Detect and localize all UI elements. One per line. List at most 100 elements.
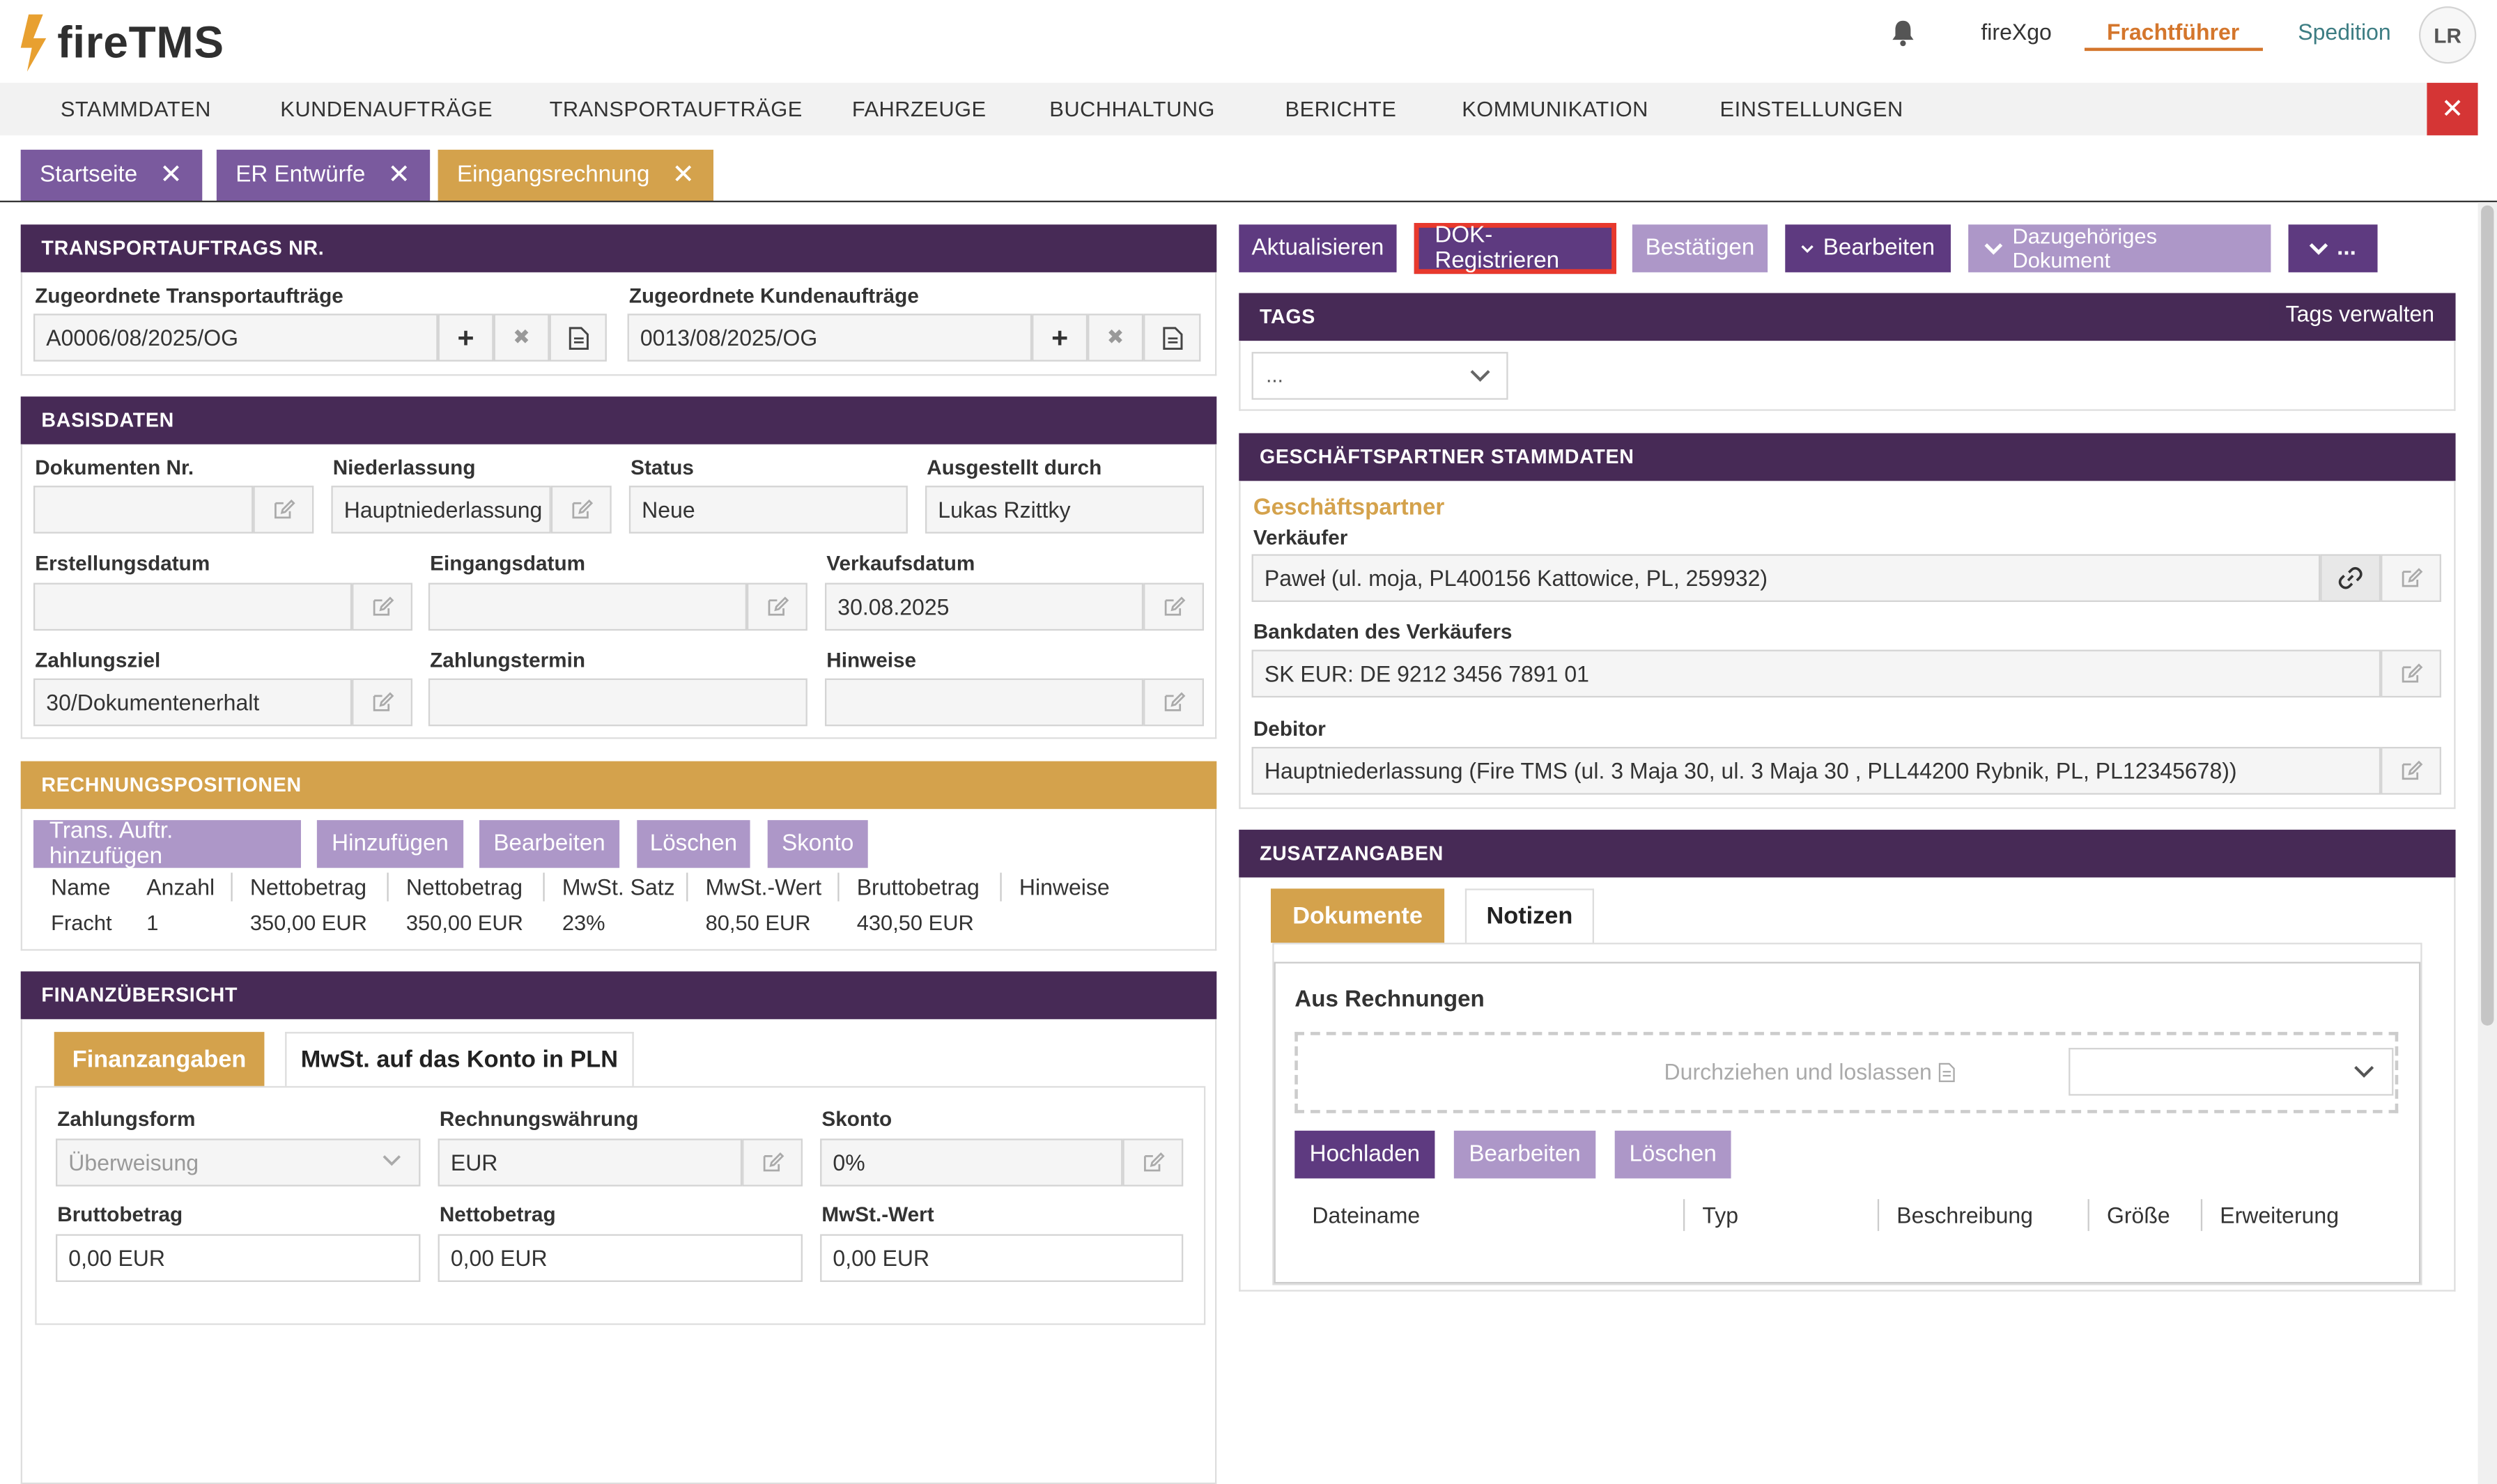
column-header[interactable]: Nettobetrag	[406, 874, 523, 900]
niederlassung-field[interactable]: Hauptniederlassung	[331, 486, 551, 534]
menu-stammdaten[interactable]: STAMMDATEN	[61, 83, 211, 135]
add-icon[interactable]: +	[438, 314, 494, 362]
manage-tags-button[interactable]: Tags verwalten	[2269, 297, 2451, 330]
hinweise-field[interactable]	[824, 678, 1144, 727]
document-icon[interactable]	[549, 314, 607, 362]
verkaufsdatum-field[interactable]: 30.08.2025	[824, 582, 1144, 631]
bell-icon[interactable]	[1890, 19, 1916, 47]
upload-button[interactable]: Hochladen	[1294, 1130, 1435, 1179]
mwst-wert-field[interactable]: 0,00 EUR	[820, 1234, 1184, 1282]
related-document-button[interactable]: Dazugehöriges Dokument	[1968, 224, 2271, 272]
erstellungsdatum-field[interactable]	[33, 582, 353, 631]
bank-field[interactable]: SK EUR: DE 9212 3456 7891 01	[1251, 649, 2381, 698]
zahlungstermin-field[interactable]	[428, 678, 807, 727]
scrollbar-thumb[interactable]	[2481, 205, 2494, 1026]
menu-kommunikation[interactable]: KOMMUNIKATION	[1462, 83, 1648, 135]
edit-icon[interactable]	[253, 486, 314, 534]
table-cell: 430,50 EUR	[856, 911, 974, 935]
column-header[interactable]: Nettobetrag	[250, 874, 366, 900]
close-icon[interactable]: ✕	[2427, 82, 2478, 136]
column-header[interactable]: Bruttobetrag	[857, 874, 980, 900]
zahlungsziel-field[interactable]: 30/Dokumentenerhalt	[33, 678, 353, 727]
avatar[interactable]: LR	[2418, 6, 2477, 64]
delete-position-button[interactable]: Löschen	[637, 820, 750, 868]
menu-buchhaltung[interactable]: BUCHHALTUNG	[1049, 83, 1215, 135]
eingangsdatum-field[interactable]	[428, 582, 747, 631]
tab-er-entwuerfe[interactable]: ER Entwürfe ✕	[216, 149, 430, 201]
add-position-button[interactable]: Hinzufügen	[316, 820, 464, 868]
column-header[interactable]: Erweiterung	[2220, 1203, 2339, 1228]
nettobetrag-field[interactable]: 0,00 EUR	[438, 1234, 803, 1282]
column-header[interactable]: MwSt.-Wert	[706, 874, 822, 900]
menu-fahrzeuge[interactable]: FAHRZEUGE	[852, 83, 987, 135]
menu-transportauftraege[interactable]: TRANSPORTAUFTRÄGE	[550, 83, 803, 135]
edit-dropdown-button[interactable]: Bearbeiten	[1785, 224, 1951, 272]
clear-icon[interactable]: ✖	[493, 314, 550, 362]
column-header[interactable]: Anzahl	[146, 874, 215, 900]
edit-icon[interactable]	[746, 582, 807, 631]
menu-einstellungen[interactable]: EINSTELLUNGEN	[1720, 83, 1903, 135]
edit-icon[interactable]	[2381, 649, 2441, 698]
edit-icon[interactable]	[550, 486, 612, 534]
label-verkaufsdatum: Verkaufsdatum	[826, 550, 975, 575]
chevron-down-icon[interactable]	[1470, 369, 1491, 382]
add-transport-order-button[interactable]: Trans. Auftr. hinzufügen	[33, 819, 301, 869]
edit-icon[interactable]	[1143, 678, 1204, 727]
close-icon[interactable]: ✕	[672, 160, 695, 192]
chevron-down-icon[interactable]	[2353, 1065, 2374, 1078]
edit-icon[interactable]	[352, 678, 412, 727]
debitor-field[interactable]: Hauptniederlassung (Fire TMS (ul. 3 Maja…	[1251, 746, 2381, 795]
bruttobetrag-field[interactable]: 0,00 EUR	[55, 1234, 421, 1282]
tab-mwst-konto[interactable]: MwSt. auf das Konto in PLN	[285, 1032, 634, 1086]
seller-field[interactable]: Paweł (ul. moja, PL400156 Kattowice, PL,…	[1251, 554, 2321, 602]
app-logo[interactable]: fireTMS	[19, 13, 224, 73]
nav-spedition[interactable]: Spedition	[2298, 19, 2390, 45]
confirm-button[interactable]: Bestätigen	[1632, 224, 1768, 272]
edit-icon[interactable]	[2381, 554, 2441, 602]
tab-eingangsrechnung[interactable]: Eingangsrechnung ✕	[438, 149, 714, 201]
column-header[interactable]: Typ	[1702, 1203, 1738, 1228]
tab-startseite[interactable]: Startseite ✕	[20, 149, 202, 201]
zahlungsform-select[interactable]: Überweisung	[55, 1138, 421, 1187]
kundenauftraege-field[interactable]: 0013/08/2025/OG	[627, 314, 1033, 362]
nav-firexgo[interactable]: fireXgo	[1981, 19, 2051, 45]
column-header[interactable]: Beschreibung	[1896, 1203, 2033, 1228]
link-icon[interactable]	[2320, 554, 2381, 602]
more-actions-label: ...	[2337, 235, 2356, 261]
dokumenten-nr-field[interactable]	[33, 486, 254, 534]
add-icon[interactable]: +	[1032, 314, 1088, 362]
skonto-button[interactable]: Skonto	[767, 820, 868, 868]
edit-document-button[interactable]: Bearbeiten	[1453, 1130, 1596, 1179]
edit-icon[interactable]	[742, 1138, 803, 1187]
transportauftraege-field[interactable]: A0006/08/2025/OG	[33, 314, 438, 362]
menu-berichte[interactable]: BERICHTE	[1285, 83, 1397, 135]
chevron-down-icon[interactable]	[382, 1154, 401, 1167]
refresh-button[interactable]: Aktualisieren	[1239, 224, 1397, 272]
column-header[interactable]: Hinweise	[1019, 874, 1110, 900]
more-actions-button[interactable]: ...	[2288, 224, 2378, 272]
document-icon[interactable]	[1143, 314, 1201, 362]
menu-kundenauftraege[interactable]: KUNDENAUFTRÄGE	[280, 83, 493, 135]
nav-frachtfuehrer[interactable]: Frachtführer	[2107, 19, 2239, 45]
column-header[interactable]: Größe	[2107, 1203, 2170, 1228]
edit-icon[interactable]	[2381, 746, 2441, 795]
tab-notizen[interactable]: Notizen	[1464, 888, 1594, 943]
edit-icon[interactable]	[352, 582, 412, 631]
edit-position-button[interactable]: Bearbeiten	[479, 820, 620, 868]
column-header[interactable]: Dateiname	[1312, 1203, 1420, 1228]
tab-finanzangaben[interactable]: Finanzangaben	[54, 1032, 265, 1086]
register-document-button[interactable]: DOK-Registrieren	[1414, 222, 1616, 275]
skonto-field[interactable]: 0%	[820, 1138, 1123, 1187]
tab-dokumente[interactable]: Dokumente	[1270, 888, 1445, 943]
close-icon[interactable]: ✕	[160, 160, 183, 192]
document-type-select[interactable]	[2069, 1047, 2394, 1096]
clear-icon[interactable]: ✖	[1088, 314, 1144, 362]
column-header[interactable]: Name	[51, 874, 110, 900]
edit-icon[interactable]	[1122, 1138, 1184, 1187]
label-status: Status	[631, 455, 694, 479]
delete-document-button[interactable]: Löschen	[1614, 1130, 1731, 1179]
column-header[interactable]: MwSt. Satz	[562, 874, 675, 900]
edit-icon[interactable]	[1143, 582, 1204, 631]
waehrung-field[interactable]: EUR	[438, 1138, 743, 1187]
close-icon[interactable]: ✕	[387, 160, 410, 192]
